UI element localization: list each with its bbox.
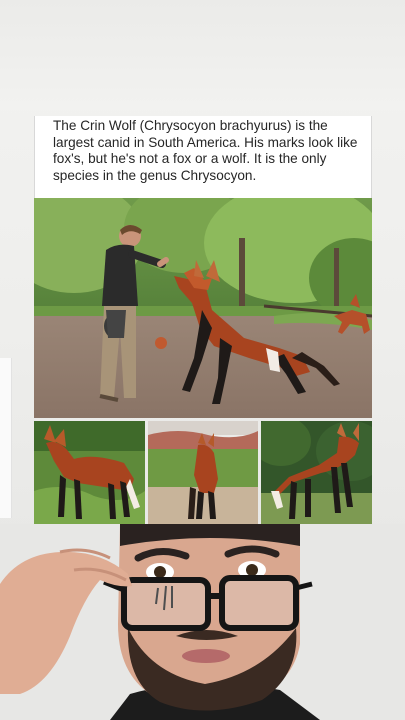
thumbnail-photo-2[interactable]: [148, 421, 258, 524]
thumbnail-photo-1[interactable]: [34, 421, 145, 524]
caption-text: The Crin Wolf (Chrysocyon brachyurus) is…: [53, 118, 358, 183]
side-edge-panel: [0, 358, 12, 518]
maned-wolf-field-image: [148, 421, 258, 524]
thumbnail-photo-3[interactable]: [261, 421, 372, 524]
background-top: [0, 0, 405, 110]
main-photo[interactable]: [34, 198, 372, 418]
maned-wolf-forest-image: [261, 421, 372, 524]
presenter-face-image: [0, 524, 405, 720]
maned-wolf-grass-image: [34, 421, 145, 524]
presenter-video: [0, 524, 405, 720]
maned-wolf-feeding-image: [34, 198, 372, 418]
